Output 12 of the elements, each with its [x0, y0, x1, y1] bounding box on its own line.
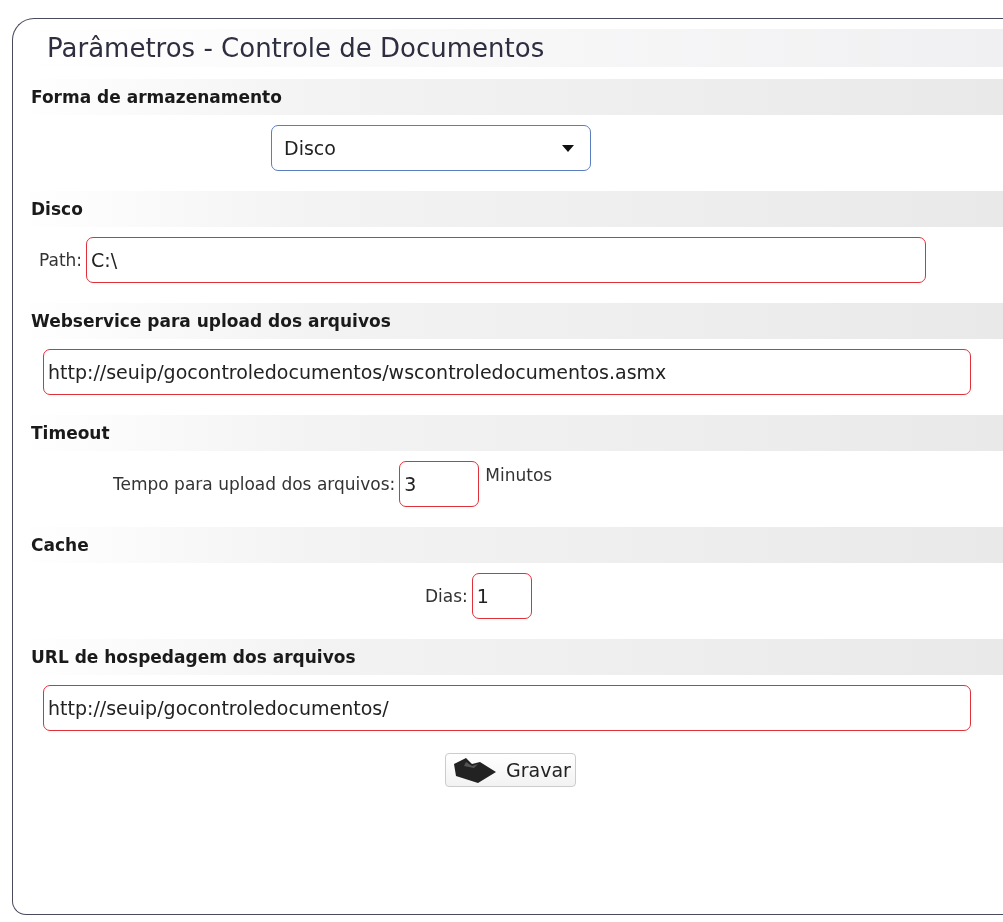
- url-field[interactable]: http://seuip/gocontroledocumentos/wscontroledocumentos.asmx: [43, 349, 971, 395]
- save-button[interactable]: Gravar: [445, 753, 576, 787]
- field-label: Tempo para upload dos arquivos:: [113, 474, 396, 494]
- days-field[interactable]: 1: [471, 573, 532, 619]
- storage-dropdown[interactable]: Disco: [271, 125, 591, 171]
- minutes-field[interactable]: 3: [399, 461, 480, 507]
- url-field[interactable]: http://seuip/gocontroledocumentos/: [43, 685, 971, 731]
- unit-label: Minutos: [485, 465, 553, 485]
- field-label: Path:: [39, 250, 83, 270]
- caret-icon: [562, 144, 574, 152]
- path-field[interactable]: C:\: [86, 237, 927, 283]
- field-label: Dias:: [425, 586, 468, 606]
